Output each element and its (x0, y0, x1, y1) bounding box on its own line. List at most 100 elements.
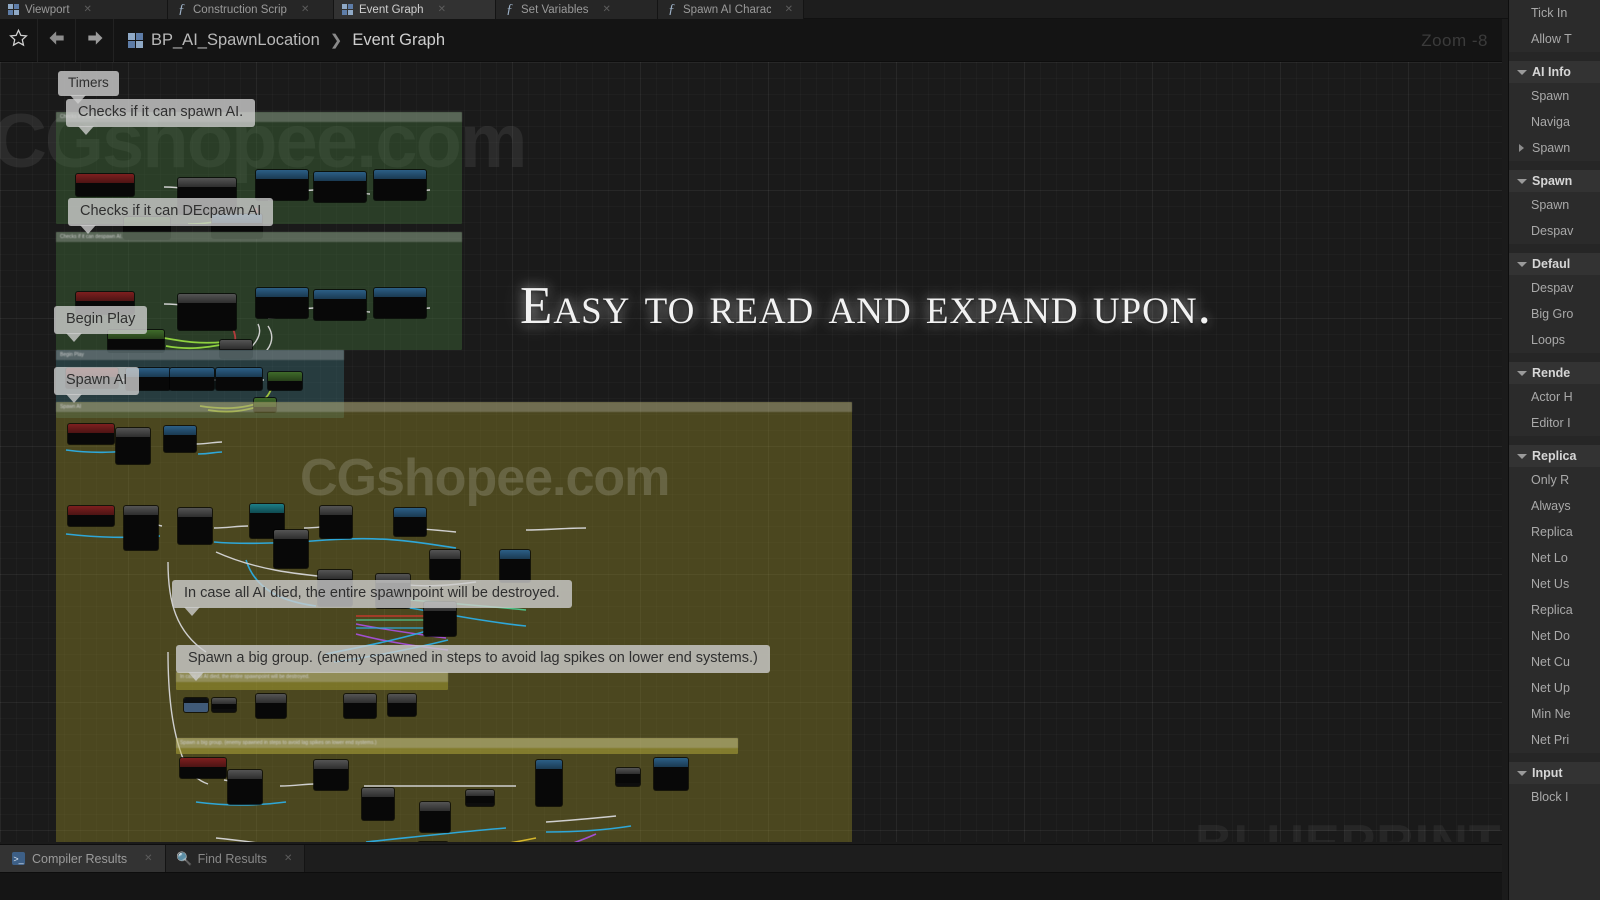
graph-node[interactable] (314, 290, 366, 320)
details-category-ai-info[interactable]: AI Info (1509, 61, 1600, 83)
tab-event-graph[interactable]: Event Graph ✕ (334, 0, 496, 19)
tab-set-variables[interactable]: ƒ Set Variables ✕ (496, 0, 658, 19)
graph-node[interactable] (180, 758, 226, 778)
close-icon[interactable]: ✕ (785, 4, 793, 15)
details-category-input[interactable]: Input (1509, 762, 1600, 784)
details-row-loops[interactable]: Loops (1509, 327, 1600, 353)
close-icon[interactable]: ✕ (84, 4, 92, 15)
graph-node[interactable] (184, 698, 208, 712)
graph-node[interactable] (374, 288, 426, 318)
details-row-replica[interactable]: Replica (1509, 519, 1600, 545)
details-row-allow-t[interactable]: Allow T (1509, 26, 1600, 52)
graph-node[interactable] (362, 788, 394, 820)
graph-node[interactable] (344, 694, 376, 718)
close-icon[interactable]: ✕ (301, 4, 309, 15)
close-icon[interactable]: ✕ (603, 4, 611, 15)
console-icon: >_ (12, 852, 25, 865)
graph-node[interactable] (274, 530, 308, 568)
graph-node[interactable] (124, 506, 158, 550)
graph-node[interactable] (466, 790, 494, 806)
details-row-despav[interactable]: Despav (1509, 218, 1600, 244)
event-graph-canvas[interactable]: CGshopee.com Checks if it can spawn AI. (0, 62, 1502, 842)
graph-node[interactable] (256, 170, 308, 200)
graph-node[interactable] (256, 694, 286, 718)
graph-node[interactable] (216, 368, 262, 390)
graph-node[interactable] (616, 768, 640, 786)
details-row-tick-in[interactable]: Tick In (1509, 0, 1600, 26)
graph-node[interactable] (76, 174, 134, 196)
graph-node[interactable] (170, 368, 214, 390)
back-button[interactable] (38, 18, 76, 62)
details-row-block-i[interactable]: Block I (1509, 784, 1600, 810)
details-panel[interactable]: Tick In Allow T AI Info Spawn Naviga Spawn Spa… (1508, 0, 1600, 900)
graph-node[interactable] (394, 508, 426, 536)
graph-node[interactable] (68, 424, 114, 444)
details-row-big-gro[interactable]: Big Gro (1509, 301, 1600, 327)
close-icon[interactable]: ✕ (144, 853, 152, 864)
comment-group-spawn-ai[interactable]: Spawn AI In case all AI died, the entire… (56, 402, 852, 842)
details-category-rende[interactable]: Rende (1509, 362, 1600, 384)
details-row-spawn[interactable]: Spawn (1509, 83, 1600, 109)
graph-node[interactable] (178, 508, 212, 544)
comment-bubble-timers[interactable]: Timers (58, 71, 119, 103)
tab-compiler-results[interactable]: >_ Compiler Results ✕ (0, 845, 166, 872)
details-row-replica[interactable]: Replica (1509, 597, 1600, 623)
graph-node[interactable] (320, 506, 352, 538)
chevron-right-icon[interactable] (1519, 144, 1524, 152)
graph-node[interactable] (314, 760, 348, 790)
favorite-button[interactable] (0, 18, 38, 62)
tab-find-results[interactable]: 🔍 Find Results ✕ (165, 845, 306, 872)
details-row-spawn[interactable]: Spawn (1509, 135, 1600, 161)
comment-group-all-ai-died[interactable]: In case all AI died, the entire spawnpoi… (176, 672, 448, 690)
graph-node[interactable] (212, 698, 236, 712)
comment-bubble-spawn-ai[interactable]: Spawn AI (54, 367, 140, 403)
comment-bubble-begin-play[interactable]: Begin Play (54, 306, 148, 342)
breadcrumb-blueprint[interactable]: BP_AI_SpawnLocation (151, 31, 320, 50)
details-row-net-cu[interactable]: Net Cu (1509, 649, 1600, 675)
graph-node[interactable] (228, 770, 262, 804)
graph-node[interactable] (536, 760, 562, 806)
graph-node[interactable] (268, 372, 302, 390)
details-row-editor-i[interactable]: Editor I (1509, 410, 1600, 436)
graph-node[interactable] (500, 550, 530, 582)
details-row-net-do[interactable]: Net Do (1509, 623, 1600, 649)
details-row-min-ne[interactable]: Min Ne (1509, 701, 1600, 727)
forward-button[interactable] (76, 18, 114, 62)
details-row-despav[interactable]: Despav (1509, 275, 1600, 301)
tab-label: Event Graph (359, 3, 424, 16)
tab-construction-script[interactable]: ƒ Construction Scrip ✕ (168, 0, 334, 19)
comment-bubble-big-group[interactable]: Spawn a big group. (enemy spawned in ste… (176, 645, 770, 681)
graph-node[interactable] (388, 694, 416, 716)
details-category-defaul[interactable]: Defaul (1509, 253, 1600, 275)
close-icon[interactable]: ✕ (284, 853, 292, 864)
graph-node[interactable] (68, 506, 114, 526)
breadcrumb-current[interactable]: Event Graph (352, 31, 445, 50)
tab-viewport[interactable]: Viewport ✕ (0, 0, 168, 19)
graph-node[interactable] (654, 758, 688, 790)
graph-node[interactable] (314, 172, 366, 202)
details-row-always[interactable]: Always (1509, 493, 1600, 519)
details-row-net-lo[interactable]: Net Lo (1509, 545, 1600, 571)
details-row-naviga[interactable]: Naviga (1509, 109, 1600, 135)
comment-group-spawn-big-group[interactable]: Spawn a big group. (enemy spawned in ste… (176, 738, 738, 754)
comment-bubble-all-ai-died[interactable]: In case all AI died, the entire spawnpoi… (172, 580, 572, 616)
graph-node[interactable] (178, 294, 236, 330)
details-row-net-us[interactable]: Net Us (1509, 571, 1600, 597)
close-icon[interactable]: ✕ (438, 4, 446, 15)
graph-node[interactable] (420, 802, 450, 832)
details-row-spawn[interactable]: Spawn (1509, 192, 1600, 218)
details-category-replica[interactable]: Replica (1509, 445, 1600, 467)
graph-node[interactable] (116, 428, 150, 464)
graph-node[interactable] (164, 426, 196, 452)
details-category-spawn[interactable]: Spawn (1509, 170, 1600, 192)
graph-node[interactable] (256, 288, 308, 318)
comment-bubble-spawn-check[interactable]: Checks if it can spawn AI. (66, 99, 256, 135)
details-row-net-pri[interactable]: Net Pri (1509, 727, 1600, 753)
details-row-net-up[interactable]: Net Up (1509, 675, 1600, 701)
graph-node[interactable] (430, 550, 460, 580)
tab-spawn-ai-character[interactable]: ƒ Spawn AI Characte ✕ (658, 0, 804, 19)
graph-node[interactable] (374, 170, 426, 200)
comment-bubble-despawn-check[interactable]: Checks if it can DEcpawn AI (68, 198, 274, 234)
details-row-actor-h[interactable]: Actor H (1509, 384, 1600, 410)
details-row-only-r[interactable]: Only R (1509, 467, 1600, 493)
